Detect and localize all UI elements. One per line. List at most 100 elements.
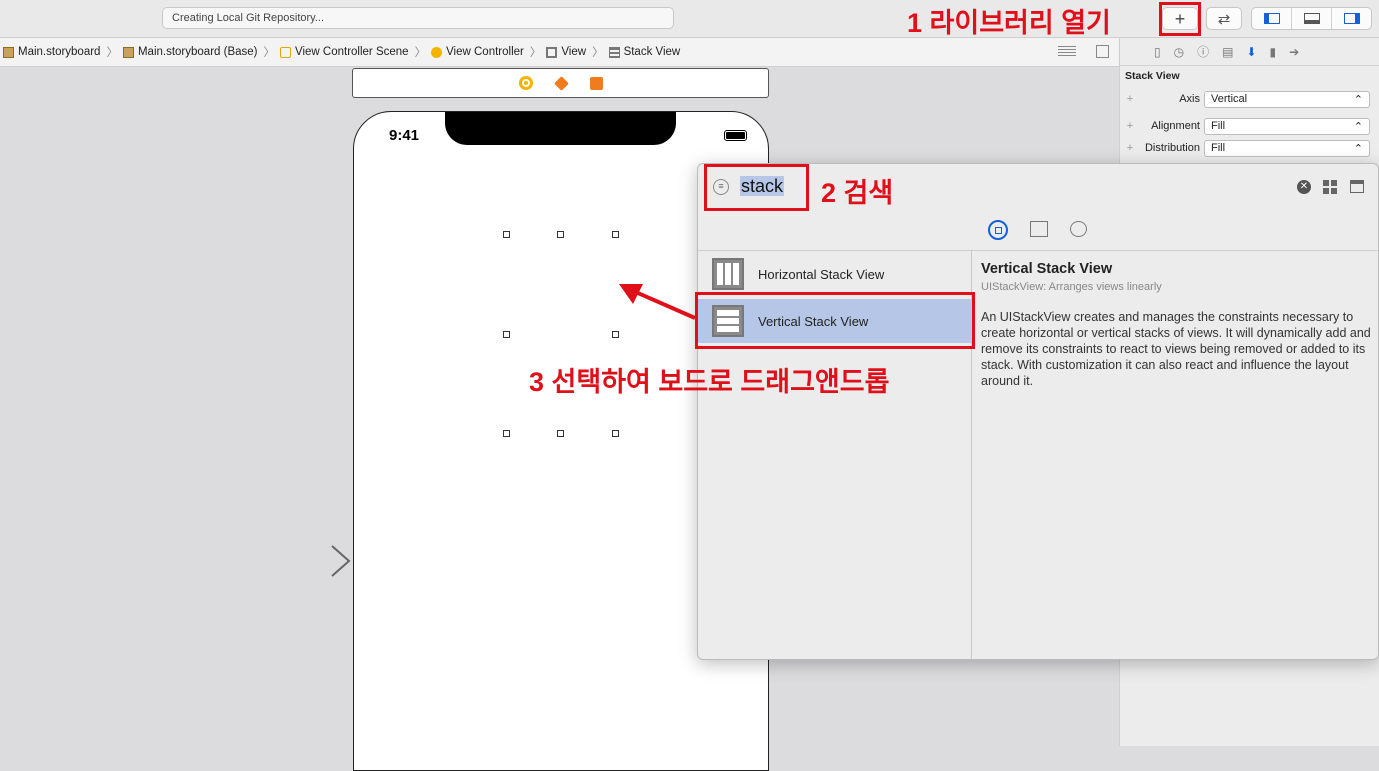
resize-handle[interactable] (612, 331, 619, 338)
right-panel-icon (1343, 13, 1360, 24)
list-item-horizontal-stack-view[interactable]: Horizontal Stack View (698, 252, 971, 296)
chevron-right-icon: 〉 (263, 47, 276, 59)
breadcrumb-label: View Controller (446, 46, 524, 58)
connections-inspector-icon[interactable]: ➔ (1289, 45, 1299, 59)
alignment-value: Fill (1211, 120, 1226, 132)
storyboard-file-icon (3, 46, 14, 58)
breadcrumb-label: Stack View (623, 46, 681, 58)
resize-handle[interactable] (557, 231, 564, 238)
storyboard-file-icon (122, 46, 134, 58)
device-notch (445, 112, 676, 145)
updown-chevron-icon: ⌃ (1353, 93, 1363, 106)
alignment-popup[interactable]: Fill ⌃ (1204, 117, 1370, 135)
distribution-label: Distribution (1144, 142, 1200, 154)
breadcrumb-view-controller[interactable]: View Controller 〉 (428, 44, 543, 60)
resize-handle[interactable] (612, 430, 619, 437)
library-item-detail: Vertical Stack View UIStackView: Arrange… (972, 250, 1378, 659)
updown-chevron-icon: ⌃ (1353, 120, 1363, 133)
bottom-panel-icon (1303, 13, 1320, 24)
grid-view-icon[interactable] (1323, 180, 1337, 194)
chevron-right-icon: 〉 (592, 47, 604, 59)
breadcrumb-view[interactable]: View 〉 (543, 44, 605, 60)
toggle-debug-area-button[interactable] (1292, 8, 1332, 29)
horizontal-stack-view-icon (712, 258, 744, 290)
view-controller-icon[interactable] (518, 76, 533, 90)
file-inspector-icon[interactable]: ▯ (1154, 45, 1161, 59)
left-panel-icon (1263, 13, 1280, 24)
toggle-inspector-button[interactable] (1332, 8, 1371, 29)
breadcrumb-label: View Controller Scene (295, 46, 409, 58)
chevron-right-icon: 〉 (529, 47, 542, 59)
colors-tab-icon[interactable] (1070, 221, 1087, 237)
scene-dock (352, 68, 769, 98)
detail-description: An UIStackView creates and manages the c… (981, 310, 1371, 388)
help-inspector-icon[interactable]: ⓘ (1197, 43, 1209, 60)
axis-popup[interactable]: Vertical ⌃ (1204, 90, 1370, 108)
breadcrumb-stack-view[interactable]: Stack View (606, 46, 681, 58)
axis-label: Axis (1179, 93, 1200, 105)
library-type-tabs (698, 210, 1378, 251)
annotation-step-1: 1 라이브러리 열기 (907, 8, 1111, 38)
view-icon (546, 46, 558, 58)
breadcrumb-storyboard[interactable]: Main.storyboard 〉 (0, 44, 120, 60)
inspector-tabs: ▯ ◷ ⓘ ▤ ⬇ ▮ ➔ (1120, 38, 1379, 66)
plus-icon[interactable]: + (1120, 142, 1140, 154)
inspector-section-title: Stack View (1125, 70, 1180, 82)
annotation-box-library-button (1159, 2, 1201, 36)
clear-search-icon[interactable]: ✕ (1297, 180, 1311, 194)
updown-chevron-icon: ⌃ (1353, 142, 1363, 155)
chevron-right-icon: 〉 (106, 47, 118, 59)
code-review-button[interactable]: ⇄ (1206, 7, 1242, 30)
list-item-title: Horizontal Stack View (758, 266, 885, 282)
alignment-row: + Alignment Fill ⌃ (1120, 116, 1379, 136)
view-controller-icon (431, 46, 443, 58)
scene-icon (280, 46, 291, 58)
chevron-right-icon: 〉 (414, 47, 427, 59)
plus-icon[interactable]: + (1120, 93, 1140, 105)
annotation-arrow-icon (619, 284, 696, 320)
detail-subtitle: UIStackView: Arranges views linearly (981, 281, 1162, 293)
status-bar-time: 9:41 (389, 127, 420, 144)
breadcrumb-label: Main.storyboard (Base) (137, 46, 258, 58)
axis-value: Vertical (1211, 93, 1248, 105)
breadcrumb-scene[interactable]: View Controller Scene 〉 (277, 44, 428, 60)
distribution-row: + Distribution Fill ⌃ (1120, 138, 1379, 158)
first-responder-icon[interactable] (553, 75, 569, 91)
battery-icon (724, 130, 747, 141)
add-editor-icon[interactable] (1096, 45, 1109, 58)
objects-tab-icon[interactable] (988, 220, 1008, 240)
panel-toggle-group (1251, 7, 1372, 30)
identity-inspector-icon[interactable]: ▤ (1222, 45, 1233, 59)
media-tab-icon[interactable] (1030, 221, 1048, 237)
annotation-box-search (704, 164, 809, 211)
resize-handle[interactable] (503, 430, 510, 437)
size-inspector-icon[interactable]: ▮ (1270, 45, 1277, 59)
exit-icon[interactable] (589, 76, 603, 90)
jump-bar: Main.storyboard 〉 Main.storyboard (Base)… (0, 38, 1119, 67)
initial-view-controller-arrow-icon (252, 545, 351, 577)
object-library-panel: ≡ stack ✕ Horizontal Stack View Vertical… (697, 163, 1379, 660)
resize-handle[interactable] (612, 231, 619, 238)
distribution-value: Fill (1211, 142, 1226, 154)
resize-handle[interactable] (503, 331, 510, 338)
breadcrumb-label: View (561, 46, 587, 58)
plus-icon[interactable]: + (1120, 120, 1140, 132)
history-inspector-icon[interactable]: ◷ (1174, 45, 1184, 59)
distribution-popup[interactable]: Fill ⌃ (1204, 139, 1370, 157)
detail-title: Vertical Stack View (981, 261, 1113, 277)
swap-arrows-icon: ⇄ (1217, 10, 1231, 28)
breadcrumb-storyboard-base[interactable]: Main.storyboard (Base) 〉 (120, 44, 277, 60)
detail-view-icon[interactable] (1350, 180, 1364, 193)
toggle-navigator-button[interactable] (1252, 8, 1292, 29)
activity-viewer: Creating Local Git Repository... (162, 7, 674, 29)
attributes-inspector-icon[interactable]: ⬇ (1246, 45, 1256, 59)
axis-row: + Axis Vertical ⌃ (1120, 89, 1379, 109)
breadcrumb-label: Main.storyboard (18, 46, 101, 58)
alignment-label: Alignment (1151, 120, 1200, 132)
resize-handle[interactable] (557, 430, 564, 437)
resize-handle[interactable] (503, 231, 510, 238)
annotation-step-2: 2 검색 (821, 178, 894, 208)
annotation-step-3: 3 선택하여 보드로 드래그앤드롭 (529, 367, 890, 397)
stack-view-icon (608, 46, 620, 58)
editor-options-icon[interactable] (1058, 46, 1076, 57)
